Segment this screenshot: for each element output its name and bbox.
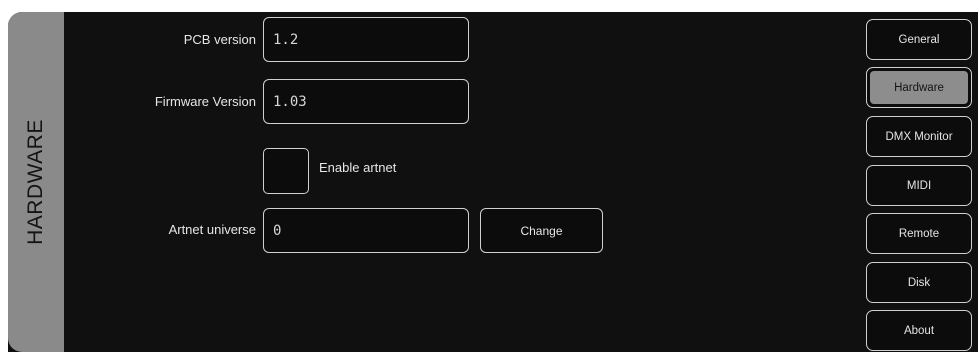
artnet-universe-label: Artnet universe	[168, 222, 256, 237]
section-side-tab: HARDWARE	[8, 12, 64, 352]
nav-general-button[interactable]: General	[866, 19, 972, 60]
nav-hardware-button[interactable]: Hardware	[866, 67, 972, 108]
nav-disk-button[interactable]: Disk	[866, 262, 972, 303]
artnet-universe-value: 0	[273, 222, 282, 239]
pcb-version-label: PCB version	[183, 32, 256, 47]
screen: HARDWARE PCB version 1.2 Firmware Versio…	[0, 0, 978, 352]
nav-hardware-active-fill: Hardware	[870, 71, 968, 104]
nav-about-button[interactable]: About	[866, 310, 972, 351]
artnet-universe-field[interactable]: 0	[263, 208, 469, 253]
nav-dmx-monitor-button[interactable]: DMX Monitor	[866, 116, 972, 157]
firmware-version-field[interactable]: 1.03	[263, 79, 469, 124]
pcb-version-field[interactable]: 1.2	[263, 17, 469, 62]
firmware-version-label: Firmware Version	[154, 94, 256, 109]
settings-panel	[8, 12, 978, 352]
enable-artnet-checkbox[interactable]	[263, 148, 309, 194]
firmware-version-value: 1.03	[273, 93, 307, 110]
side-tab-inner: HARDWARE	[8, 12, 64, 352]
pcb-version-value: 1.2	[273, 31, 299, 48]
nav-remote-button[interactable]: Remote	[866, 213, 972, 254]
section-title: HARDWARE	[24, 119, 48, 245]
nav-midi-button[interactable]: MIDI	[866, 165, 972, 206]
enable-artnet-label: Enable artnet	[319, 160, 397, 175]
nav-hardware-label: Hardware	[894, 81, 944, 94]
change-universe-button[interactable]: Change	[480, 208, 603, 253]
